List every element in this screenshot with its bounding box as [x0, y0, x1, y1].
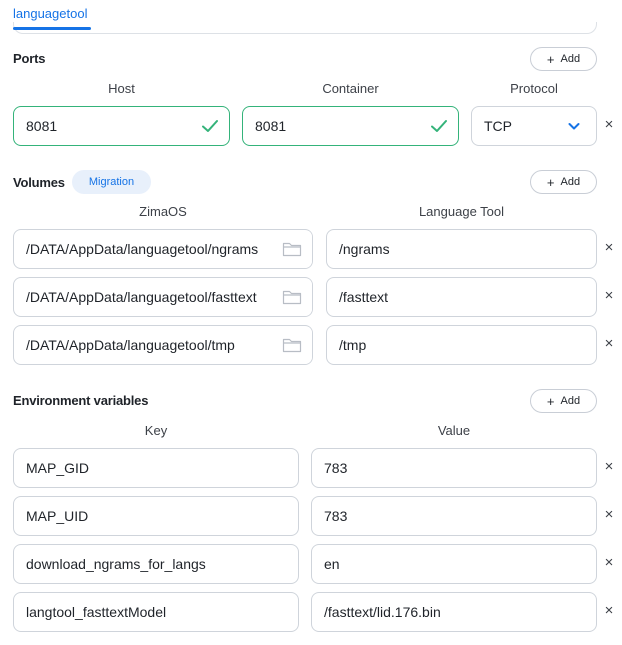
remove-volume-button[interactable]: ×: [602, 288, 616, 303]
migration-badge[interactable]: Migration: [72, 170, 151, 194]
env-value-value: 783: [324, 460, 348, 476]
tab-active-indicator: [13, 27, 91, 30]
env-key-header: Key: [144, 423, 168, 438]
remove-env-button[interactable]: ×: [602, 603, 616, 618]
volume-container-input[interactable]: /ngrams: [326, 229, 597, 269]
port-host-input[interactable]: 8081: [13, 106, 230, 146]
port-host-value: 8081: [26, 118, 58, 134]
add-port-label: Add: [560, 53, 581, 65]
remove-volume-button[interactable]: ×: [602, 336, 616, 351]
env-key-input[interactable]: langtool_fasttextModel: [13, 592, 299, 632]
env-key-input[interactable]: MAP_UID: [13, 496, 299, 536]
remove-env-button[interactable]: ×: [602, 459, 616, 474]
ports-container-header: Container: [322, 81, 379, 96]
volume-container-value: /fasttext: [339, 289, 389, 305]
plus-icon: +: [546, 51, 555, 67]
add-volume-label: Add: [560, 176, 581, 188]
plus-icon: +: [546, 174, 555, 190]
env-value-input[interactable]: 783: [311, 448, 597, 488]
ports-title: Ports: [13, 51, 46, 66]
volumes-container-header: Language Tool: [418, 204, 505, 219]
env-value-value: 783: [324, 508, 348, 524]
volume-container-input[interactable]: /tmp: [326, 325, 597, 365]
folder-icon[interactable]: [282, 337, 302, 353]
add-volume-button[interactable]: + Add: [530, 170, 597, 194]
port-protocol-value: TCP: [484, 118, 512, 134]
check-icon: [202, 120, 218, 132]
volume-container-value: /ngrams: [339, 241, 390, 257]
env-value-input[interactable]: /fasttext/lid.176.bin: [311, 592, 597, 632]
tab-languagetool[interactable]: languagetool: [13, 6, 87, 21]
volume-container-value: /tmp: [339, 337, 367, 353]
env-value-value: en: [324, 556, 340, 572]
add-env-label: Add: [560, 395, 581, 407]
volume-container-input[interactable]: /fasttext: [326, 277, 597, 317]
folder-icon[interactable]: [282, 289, 302, 305]
volume-host-value: /DATA/AppData/languagetool/fasttext: [26, 289, 257, 305]
volume-host-input[interactable]: /DATA/AppData/languagetool/fasttext: [13, 277, 313, 317]
tab-bar: languagetool: [0, 0, 622, 34]
volumes-host-header: ZimaOS: [139, 204, 187, 219]
port-protocol-select[interactable]: TCP: [471, 106, 597, 146]
volume-host-value: /DATA/AppData/languagetool/ngrams: [26, 241, 259, 257]
env-key-value: langtool_fasttextModel: [26, 604, 167, 620]
env-key-input[interactable]: MAP_GID: [13, 448, 299, 488]
folder-icon[interactable]: [282, 241, 302, 257]
port-container-value: 8081: [255, 118, 287, 134]
remove-port-button[interactable]: ×: [602, 117, 616, 132]
plus-icon: +: [546, 393, 555, 409]
env-value-header: Value: [437, 423, 471, 438]
add-port-button[interactable]: + Add: [530, 47, 597, 71]
volume-host-input[interactable]: /DATA/AppData/languagetool/tmp: [13, 325, 313, 365]
remove-volume-button[interactable]: ×: [602, 240, 616, 255]
env-value-input[interactable]: en: [311, 544, 597, 584]
env-key-value: download_ngrams_for_langs: [26, 556, 206, 572]
env-value-value: /fasttext/lid.176.bin: [324, 604, 441, 620]
remove-env-button[interactable]: ×: [602, 507, 616, 522]
chevron-down-icon: [568, 123, 580, 130]
volume-host-value: /DATA/AppData/languagetool/tmp: [26, 337, 235, 353]
ports-protocol-header: Protocol: [510, 81, 558, 96]
remove-env-button[interactable]: ×: [602, 555, 616, 570]
env-key-value: MAP_GID: [26, 460, 90, 476]
add-env-button[interactable]: + Add: [530, 389, 597, 413]
env-key-value: MAP_UID: [26, 508, 89, 524]
env-key-input[interactable]: download_ngrams_for_langs: [13, 544, 299, 584]
env-title: Environment variables: [13, 393, 149, 408]
previous-card-edge: [13, 22, 597, 34]
volumes-title: Volumes: [13, 175, 65, 190]
volume-host-input[interactable]: /DATA/AppData/languagetool/ngrams: [13, 229, 313, 269]
ports-host-header: Host: [108, 81, 135, 96]
check-icon: [431, 120, 447, 132]
port-container-input[interactable]: 8081: [242, 106, 459, 146]
env-value-input[interactable]: 783: [311, 496, 597, 536]
